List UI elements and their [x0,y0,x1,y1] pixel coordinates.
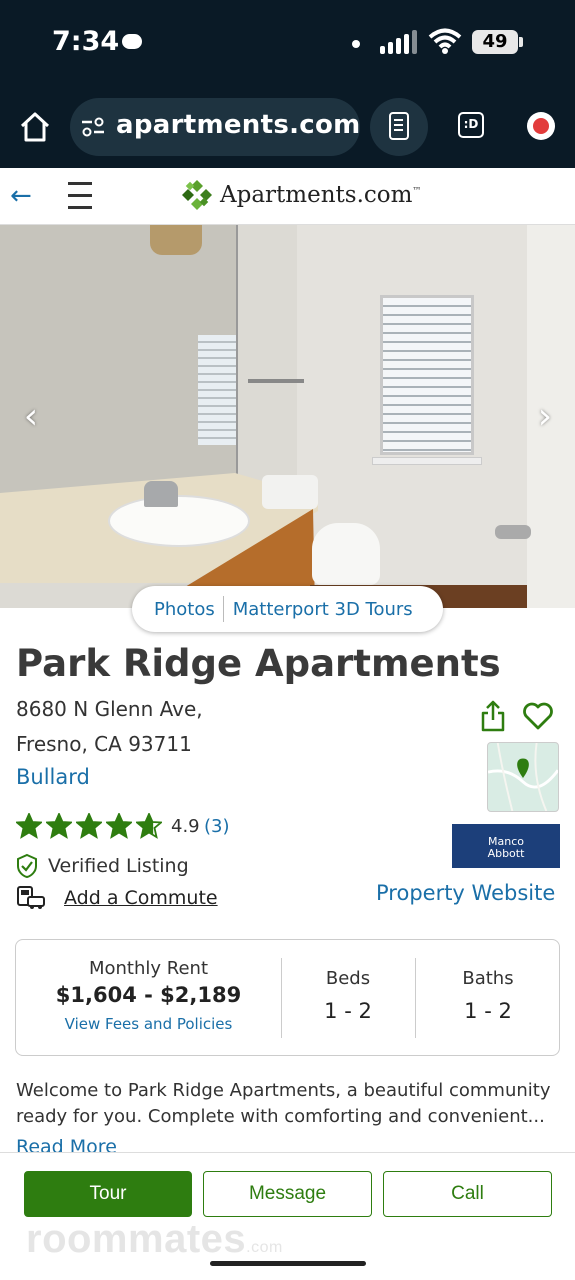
document-icon [389,112,409,140]
favorite-heart-icon[interactable] [522,702,554,730]
beds-value: 1 - 2 [324,999,372,1023]
property-website-link[interactable]: Property Website [376,881,555,905]
back-arrow-icon[interactable]: ← [10,181,40,211]
battery-icon: 49 [472,30,518,54]
rent-label: Monthly Rent [88,958,209,979]
site-settings-icon[interactable] [80,116,106,138]
site-header: ← Apartments.com™ [0,168,575,225]
commute-row: Add a Commute [16,885,218,911]
tab-photos[interactable]: Photos [132,599,223,620]
review-count-link[interactable]: (3) [204,816,230,837]
rent-column: Monthly Rent $1,604 - $2,189 View Fees a… [16,940,281,1055]
star-icon [76,813,102,839]
tab-matterport-tours[interactable]: Matterport 3D Tours [224,599,421,620]
apartments-logo-mark-icon [182,180,212,210]
baths-value: 1 - 2 [464,999,512,1023]
property-title: Park Ridge Apartments [16,642,501,685]
property-description: Welcome to Park Ridge Apartments, a beau… [16,1080,551,1127]
apartments-logo[interactable]: Apartments.com™ [180,178,421,212]
pricing-summary: Monthly Rent $1,604 - $2,189 View Fees a… [15,939,560,1056]
commute-vehicle-icon [17,886,45,909]
rent-value: $1,604 - $2,189 [55,983,242,1007]
property-manager-logo[interactable]: Manco Abbott [452,824,560,868]
status-time: 7:34 [52,26,120,57]
extension-button[interactable]: :D [458,112,484,138]
beds-label: Beds [325,968,371,989]
map-pin-icon [517,758,529,778]
address-line-2: Fresno, CA 93711 [16,732,192,756]
verified-label: Verified Listing [48,855,189,877]
next-photo-icon[interactable]: › [530,397,560,437]
baths-column: Baths 1 - 2 [415,940,561,1055]
add-commute-link[interactable]: Add a Commute [64,887,218,909]
star-icon [16,813,42,839]
message-button[interactable]: Message [203,1171,372,1217]
rating-value: 4.9 [171,816,200,837]
door-handle [495,525,531,539]
url-text: apartments.com/ [116,110,360,140]
browser-toolbar: apartments.com/ :D [0,90,575,168]
bottom-action-bar: Tour Message Call roommates.com [0,1152,575,1280]
window-blinds [380,295,474,455]
neighborhood-link[interactable]: Bullard [16,765,90,789]
share-icon[interactable] [480,700,506,732]
verified-listing: Verified Listing [16,853,189,879]
baths-label: Baths [462,968,514,989]
home-indicator[interactable] [210,1261,366,1266]
previous-photo-icon[interactable]: ‹ [16,397,46,437]
star-icon [136,813,162,839]
address-bar[interactable]: apartments.com/ [70,98,360,156]
fees-policies-link[interactable]: View Fees and Policies [16,1015,281,1033]
rating-stars [16,813,162,839]
toilet [312,523,380,585]
media-tabs: Photos Matterport 3D Tours [132,586,443,632]
notification-dot-icon [352,40,360,48]
map-thumbnail[interactable] [487,742,559,812]
address-line-1: 8680 N Glenn Ave, [16,697,203,721]
wifi-icon [428,28,462,54]
beds-column: Beds 1 - 2 [281,940,415,1055]
towel-bar [248,379,304,383]
star-icon [46,813,72,839]
verified-shield-icon [17,853,37,879]
faucet [144,481,178,507]
chat-bubble-icon [122,34,142,49]
home-icon[interactable] [18,110,52,144]
sink [108,495,250,547]
status-bar: 7:34 49 [0,0,575,90]
call-button[interactable]: Call [383,1171,552,1217]
listing-photo[interactable]: ‹ › [0,225,575,608]
brand-name: Apartments.com™ [220,182,422,208]
cellular-signal-icon [380,30,417,54]
vanity-light [150,225,202,255]
star-icon [106,813,132,839]
menu-icon[interactable] [68,182,92,210]
tour-button[interactable]: Tour [24,1171,192,1217]
reader-mode-button[interactable] [370,98,428,156]
extension-upload-icon[interactable] [527,112,555,140]
roommates-watermark: roommates.com [26,1217,283,1261]
battery-cap [519,37,523,47]
